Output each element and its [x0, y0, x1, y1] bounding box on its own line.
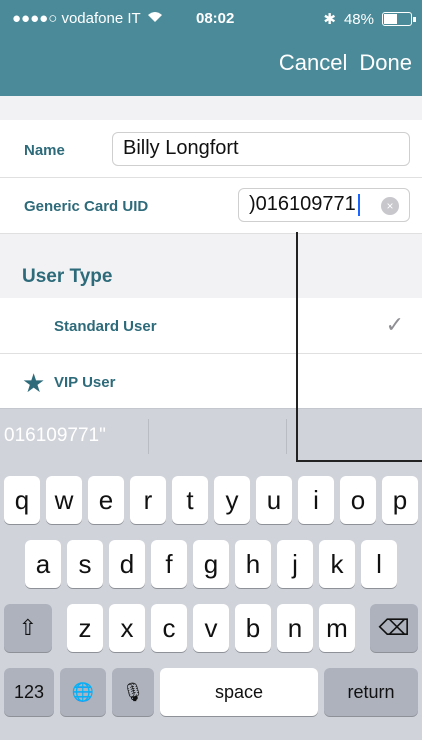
key-q[interactable]: q	[4, 476, 40, 524]
shift-key[interactable]: ⇧	[4, 604, 52, 652]
key-i[interactable]: i	[298, 476, 334, 524]
key-y[interactable]: y	[214, 476, 250, 524]
key-f[interactable]: f	[151, 540, 187, 588]
bluetooth-icon: ✱	[323, 11, 336, 28]
navigation-header: ●●●●○ vodafone IT 08:02 ✱ 48% Cancel Don…	[0, 0, 422, 96]
done-button[interactable]: Done	[359, 50, 412, 76]
globe-icon[interactable]: 🌐	[60, 668, 106, 716]
uid-row: Generic Card UID )016109771 ×	[0, 178, 422, 234]
key-s[interactable]: s	[67, 540, 103, 588]
key-o[interactable]: o	[340, 476, 376, 524]
user-type-option-standard[interactable]: Standard User ✓	[0, 298, 422, 354]
key-k[interactable]: k	[319, 540, 355, 588]
checkmark-icon: ✓	[385, 312, 404, 337]
key-t[interactable]: t	[172, 476, 208, 524]
nav-actions: Cancel Done	[279, 50, 412, 76]
wifi-icon	[147, 10, 163, 27]
uid-field[interactable]: )016109771 ×	[238, 188, 410, 222]
uid-value: )016109771	[249, 193, 356, 215]
user-type-heading: User Type	[22, 266, 113, 287]
status-left: ●●●●○ vodafone IT	[12, 10, 163, 27]
predictive-suggestion[interactable]: 016109771"	[4, 425, 106, 447]
key-l[interactable]: l	[361, 540, 397, 588]
key-d[interactable]: d	[109, 540, 145, 588]
backspace-key[interactable]: ⌫	[370, 604, 418, 652]
key-e[interactable]: e	[88, 476, 124, 524]
star-icon: ★	[22, 368, 46, 398]
vip-user-label: VIP User	[54, 374, 116, 391]
microphone-icon[interactable]: 🎙	[112, 668, 154, 716]
user-type-option-vip[interactable]: ★ VIP User	[0, 354, 422, 408]
key-c[interactable]: c	[151, 604, 187, 652]
status-time: 08:02	[196, 10, 235, 27]
predictive-text-bar: 016109771"	[0, 408, 422, 464]
user-form: Name Billy Longfort Generic Card UID )01…	[0, 96, 422, 408]
clear-icon[interactable]: ×	[381, 197, 399, 215]
key-b[interactable]: b	[235, 604, 271, 652]
name-field[interactable]: Billy Longfort	[112, 132, 410, 166]
key-g[interactable]: g	[193, 540, 229, 588]
key-n[interactable]: n	[277, 604, 313, 652]
phone-screen: ●●●●○ vodafone IT 08:02 ✱ 48% Cancel Don…	[0, 0, 422, 740]
key-u[interactable]: u	[256, 476, 292, 524]
battery-icon	[382, 12, 416, 26]
numbers-key[interactable]: 123	[4, 668, 54, 716]
key-w[interactable]: w	[46, 476, 82, 524]
key-m[interactable]: m	[319, 604, 355, 652]
return-key[interactable]: return	[324, 668, 418, 716]
space-key[interactable]: space	[160, 668, 318, 716]
key-a[interactable]: a	[25, 540, 61, 588]
status-right: ✱ 48%	[323, 10, 416, 28]
key-j[interactable]: j	[277, 540, 313, 588]
text-caret	[357, 193, 360, 216]
status-bar: ●●●●○ vodafone IT 08:02 ✱ 48%	[0, 0, 422, 38]
carrier-text: ●●●●○ vodafone IT	[12, 10, 141, 27]
predictive-divider	[148, 419, 149, 454]
key-x[interactable]: x	[109, 604, 145, 652]
key-h[interactable]: h	[235, 540, 271, 588]
name-row: Name Billy Longfort	[0, 120, 422, 178]
callout-line-horizontal	[296, 460, 422, 462]
key-r[interactable]: r	[130, 476, 166, 524]
key-p[interactable]: p	[382, 476, 418, 524]
predictive-divider	[286, 419, 287, 454]
onscreen-keyboard: q w e r t y u i o p a s d f g h j k l ⇧ …	[0, 464, 422, 740]
callout-line-vertical	[296, 232, 298, 462]
key-v[interactable]: v	[193, 604, 229, 652]
standard-user-label: Standard User	[54, 318, 157, 335]
cancel-button[interactable]: Cancel	[279, 50, 347, 76]
key-z[interactable]: z	[67, 604, 103, 652]
name-label: Name	[24, 142, 65, 159]
battery-percent: 48%	[343, 10, 374, 28]
uid-label: Generic Card UID	[24, 198, 149, 215]
